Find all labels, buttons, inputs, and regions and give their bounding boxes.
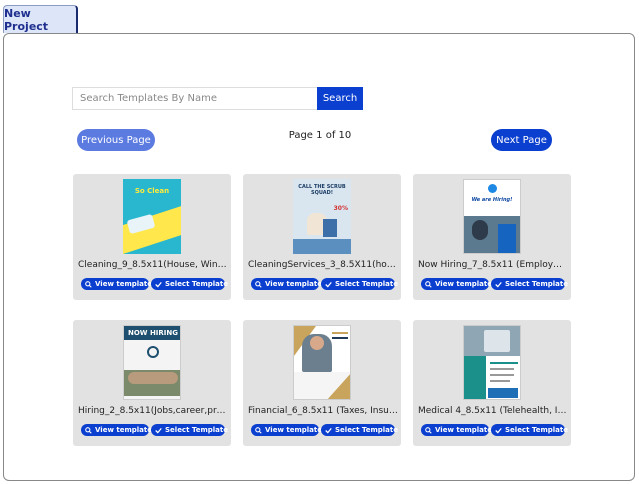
- template-card: So Clean Cleaning_9_8.5x11(House, Window…: [73, 174, 231, 300]
- thumbnail-heading: We are Hiring!: [471, 197, 513, 203]
- select-template-label: Select Template: [505, 280, 568, 288]
- view-template-button[interactable]: View template: [421, 278, 492, 290]
- select-template-button[interactable]: Select Template: [491, 424, 568, 436]
- view-template-button[interactable]: View template: [81, 424, 152, 436]
- view-template-label: View template: [265, 280, 322, 288]
- tab-new-project[interactable]: New Project: [3, 5, 78, 33]
- next-page-button[interactable]: Next Page: [491, 129, 552, 151]
- view-template-label: View template: [435, 280, 492, 288]
- zoom-icon: [255, 280, 262, 288]
- check-icon: [495, 281, 502, 288]
- view-template-label: View template: [435, 426, 492, 434]
- template-title: CleaningServices_3_8.5X11(house...: [248, 260, 398, 270]
- select-template-button[interactable]: Select Template: [151, 424, 228, 436]
- view-template-button[interactable]: View template: [421, 424, 492, 436]
- page-total: 10: [338, 130, 352, 141]
- template-thumbnail[interactable]: [463, 325, 521, 400]
- select-template-button[interactable]: Select Template: [321, 278, 398, 290]
- view-template-label: View template: [265, 426, 322, 434]
- template-thumbnail[interactable]: We are Hiring!: [463, 179, 521, 254]
- page-indicator: Page 1 of 10: [270, 130, 370, 141]
- thumbnail-heading: NOW HIRING: [124, 326, 180, 340]
- thumbnail-badge: 30%: [333, 205, 348, 212]
- view-template-button[interactable]: View template: [251, 424, 322, 436]
- zoom-icon: [425, 426, 432, 434]
- view-template-label: View template: [95, 426, 152, 434]
- template-card: We are Hiring! Now Hiring_7_8.5x11 (Empl…: [413, 174, 571, 300]
- check-icon: [155, 427, 162, 434]
- search-button[interactable]: Search: [317, 87, 363, 110]
- thumbnail-heading: So Clean: [134, 187, 170, 195]
- view-template-button[interactable]: View template: [251, 278, 322, 290]
- page-prefix: Page: [288, 130, 317, 141]
- template-card: CALL THE SCRUB SQUAD! 30% CleaningServic…: [243, 174, 401, 300]
- check-icon: [325, 427, 332, 434]
- thumbnail-heading: CALL THE SCRUB SQUAD!: [298, 184, 346, 196]
- template-card: NOW HIRING Hiring_2_8.5x11(Jobs,career,p…: [73, 320, 231, 446]
- page-middle: of: [322, 130, 339, 141]
- template-card: Medical 4_8.5x11 (Telehealth, Ins... Vie…: [413, 320, 571, 446]
- check-icon: [155, 281, 162, 288]
- select-template-label: Select Template: [165, 280, 228, 288]
- select-template-label: Select Template: [335, 280, 398, 288]
- select-template-button[interactable]: Select Template: [491, 278, 568, 290]
- select-template-button[interactable]: Select Template: [151, 278, 228, 290]
- check-icon: [495, 427, 502, 434]
- check-icon: [325, 281, 332, 288]
- template-thumbnail[interactable]: [293, 325, 351, 400]
- zoom-icon: [255, 426, 262, 434]
- template-thumbnail[interactable]: So Clean: [123, 179, 181, 254]
- select-template-label: Select Template: [505, 426, 568, 434]
- zoom-icon: [85, 426, 92, 434]
- select-template-button[interactable]: Select Template: [321, 424, 398, 436]
- template-thumbnail[interactable]: NOW HIRING: [123, 325, 181, 400]
- view-template-button[interactable]: View template: [81, 278, 152, 290]
- view-template-label: View template: [95, 280, 152, 288]
- zoom-icon: [425, 280, 432, 288]
- select-template-label: Select Template: [335, 426, 398, 434]
- search-input[interactable]: [72, 87, 317, 110]
- template-title: Hiring_2_8.5x11(Jobs,career,pro...: [78, 406, 228, 416]
- template-title: Cleaning_9_8.5x11(House, Window...: [78, 260, 228, 270]
- zoom-icon: [85, 280, 92, 288]
- template-title: Now Hiring_7_8.5x11 (Employment...: [418, 260, 568, 270]
- select-template-label: Select Template: [165, 426, 228, 434]
- template-card: Financial_6_8.5x11 (Taxes, Insura... Vie…: [243, 320, 401, 446]
- template-thumbnail[interactable]: CALL THE SCRUB SQUAD! 30%: [293, 179, 351, 254]
- search-bar: Search: [72, 87, 363, 110]
- previous-page-button[interactable]: Previous Page: [77, 129, 155, 151]
- template-title: Medical 4_8.5x11 (Telehealth, Ins...: [418, 406, 568, 416]
- template-title: Financial_6_8.5x11 (Taxes, Insura...: [248, 406, 398, 416]
